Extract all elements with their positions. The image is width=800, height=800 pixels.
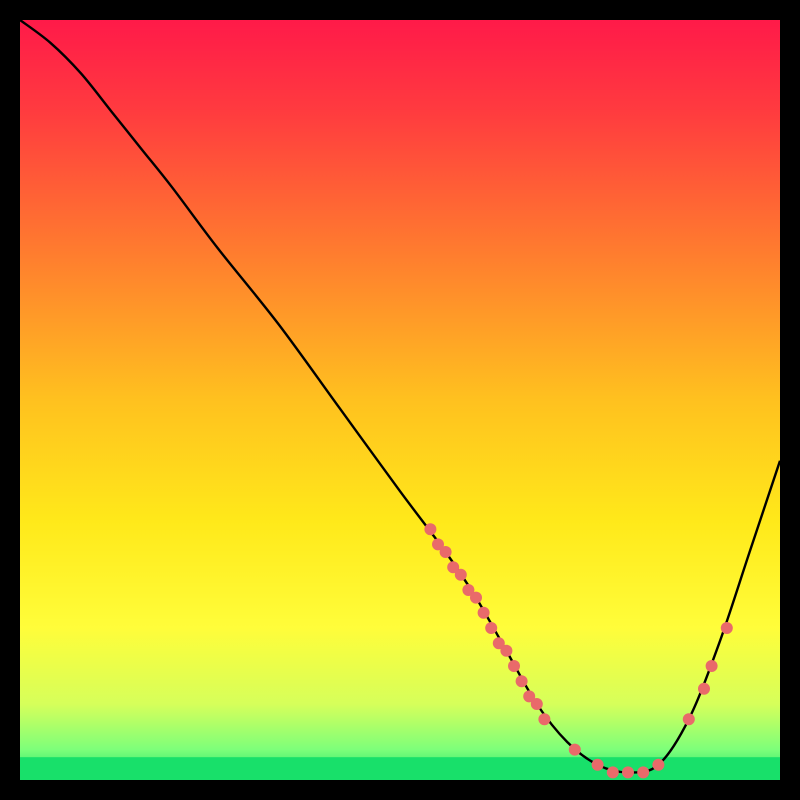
- baseline-band: [20, 757, 780, 780]
- highlight-dot: [485, 622, 497, 634]
- highlight-dot: [569, 744, 581, 756]
- highlight-dot: [500, 645, 512, 657]
- highlight-dot: [508, 660, 520, 672]
- highlight-dot: [622, 766, 634, 778]
- highlight-dot: [592, 759, 604, 771]
- highlight-dot: [424, 523, 436, 535]
- highlight-dot: [607, 766, 619, 778]
- highlight-dot: [652, 759, 664, 771]
- highlight-dot: [637, 766, 649, 778]
- bottleneck-chart: [20, 20, 780, 780]
- highlight-dot: [538, 713, 550, 725]
- highlight-dot: [721, 622, 733, 634]
- highlight-dot: [455, 569, 467, 581]
- highlight-dot: [470, 592, 482, 604]
- highlight-dot: [698, 683, 710, 695]
- chart-frame: TheBottleneck.com: [20, 20, 780, 780]
- highlight-dot: [516, 675, 528, 687]
- highlight-dot: [531, 698, 543, 710]
- highlight-dot: [440, 546, 452, 558]
- highlight-dot: [706, 660, 718, 672]
- highlight-dot: [478, 607, 490, 619]
- gradient-background: [20, 20, 780, 780]
- highlight-dot: [683, 713, 695, 725]
